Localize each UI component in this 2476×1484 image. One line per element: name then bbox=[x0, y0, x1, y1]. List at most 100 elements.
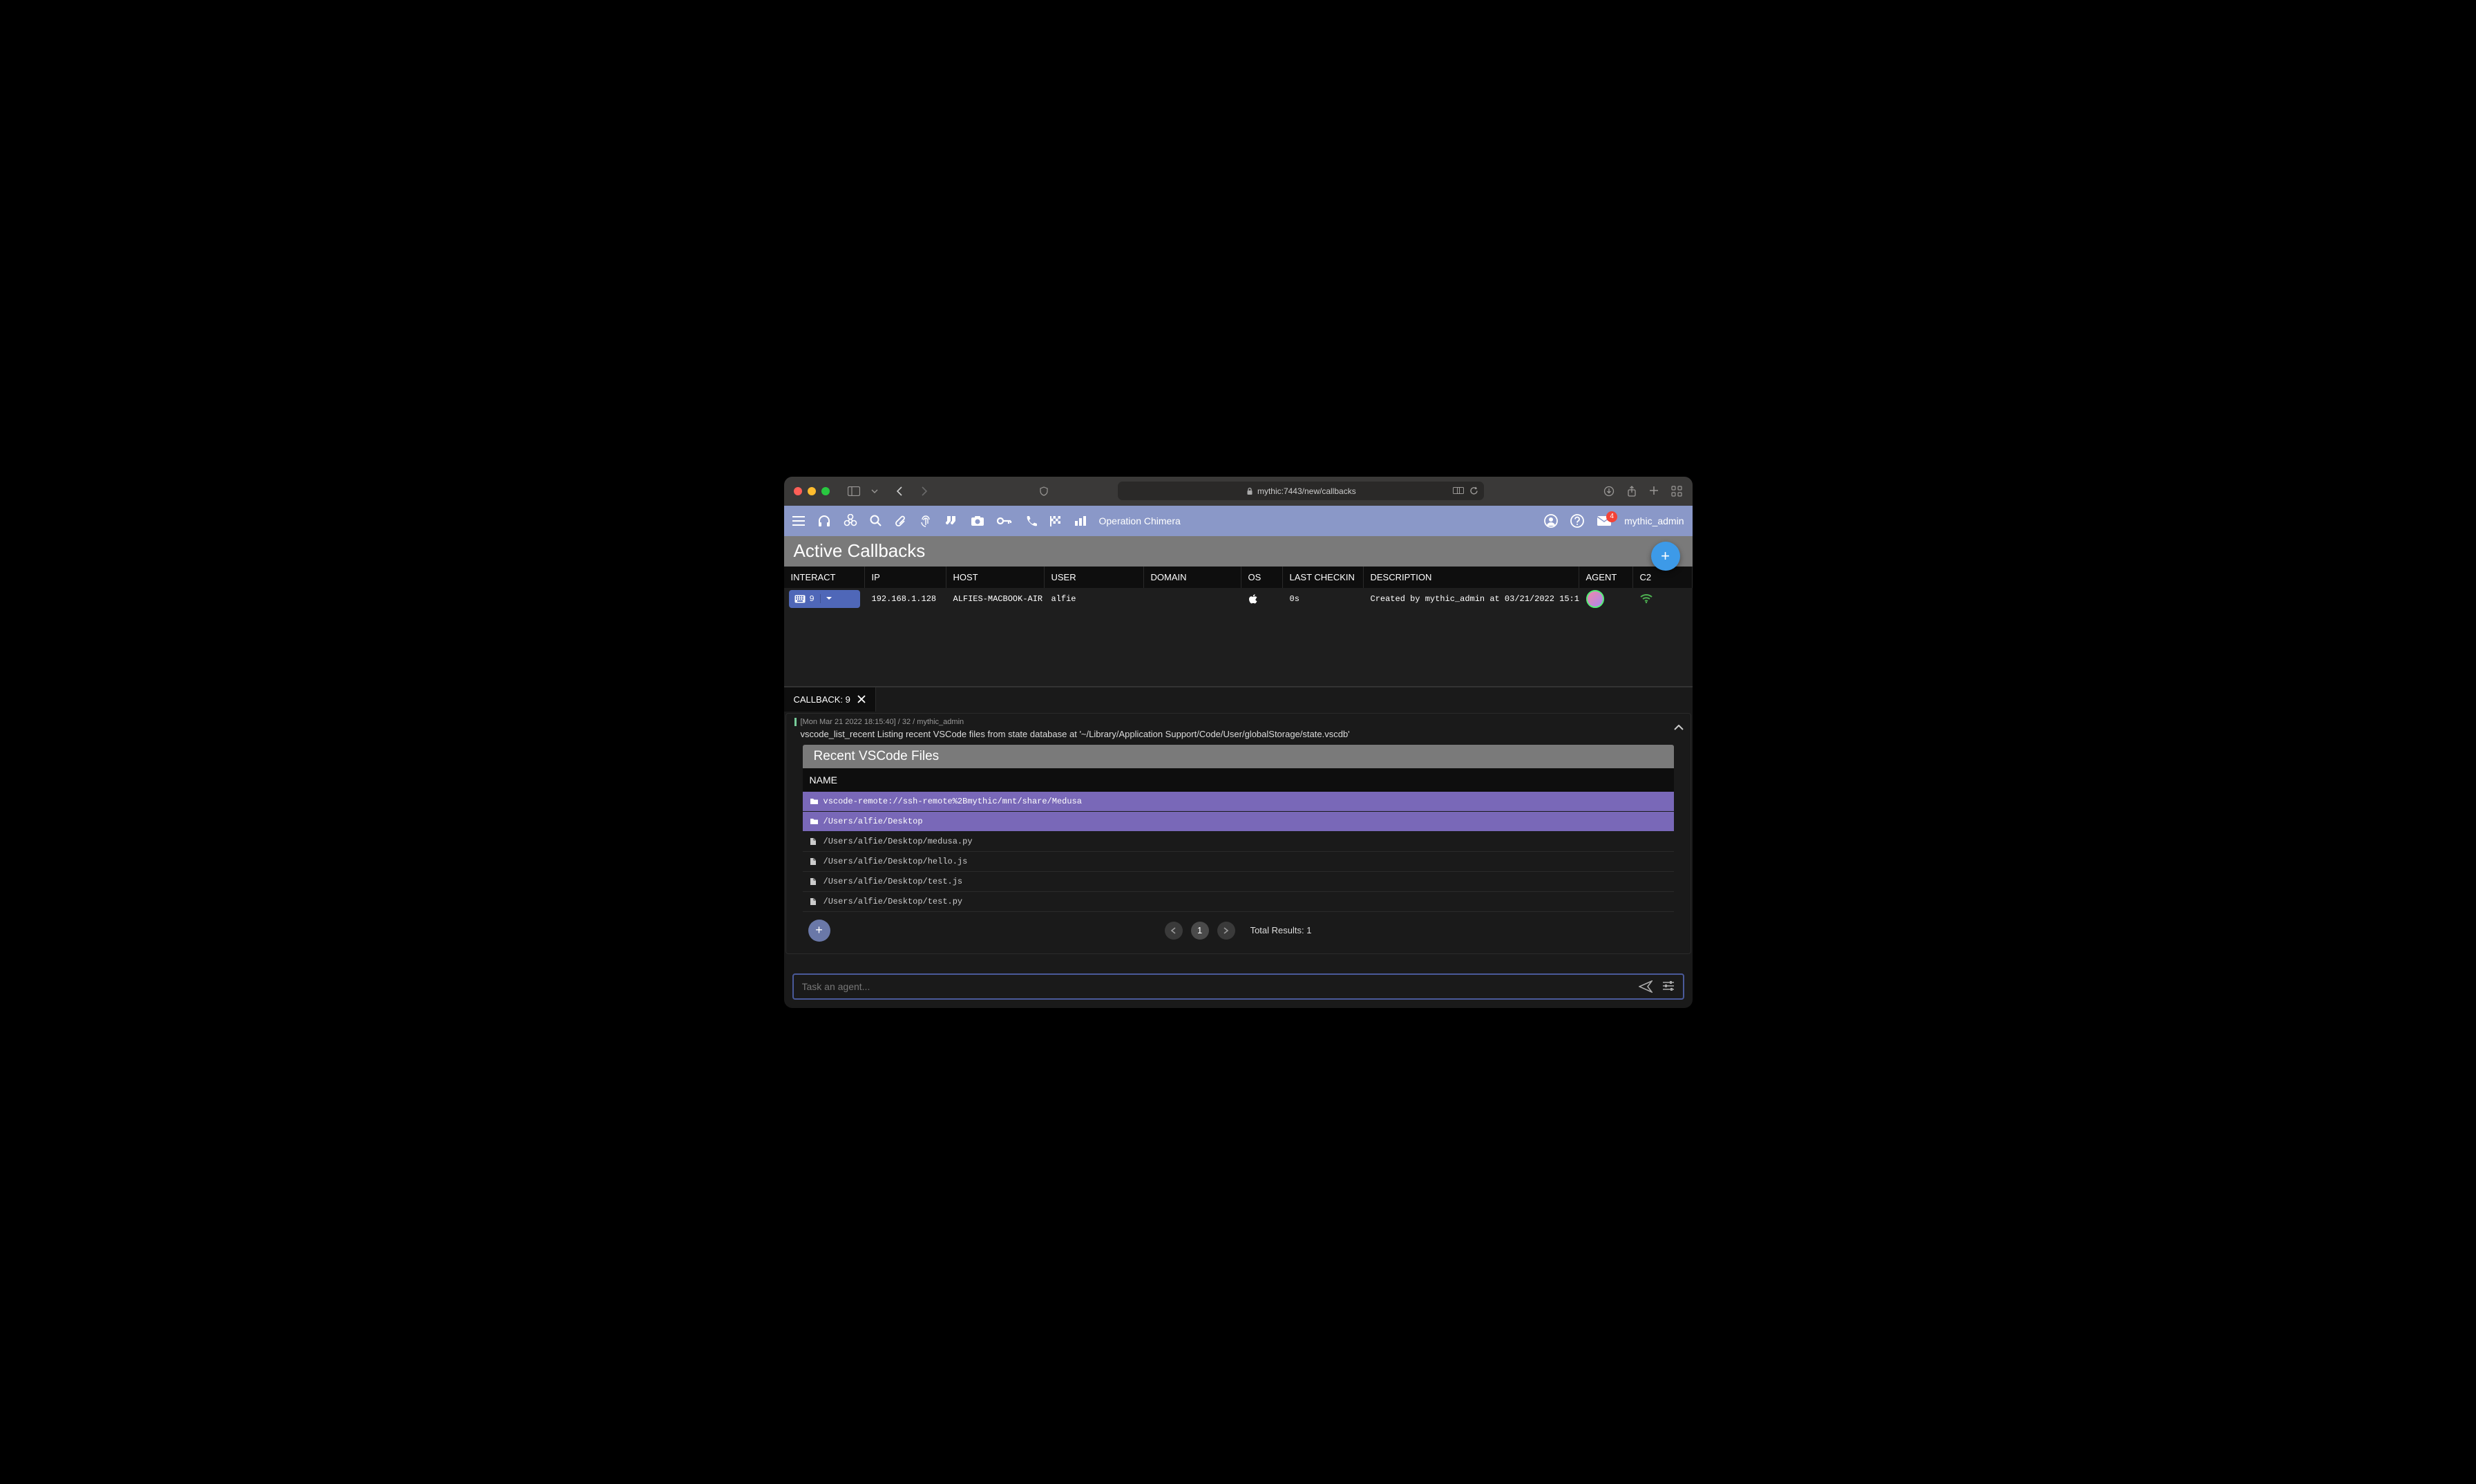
maximize-window-button[interactable] bbox=[821, 487, 830, 495]
page-next-button[interactable] bbox=[1217, 922, 1235, 940]
app-toolbar: Operation Chimera 4 mythic_admin bbox=[784, 506, 1693, 536]
file-row[interactable]: /Users/alfie/Desktop/test.js bbox=[803, 872, 1674, 892]
files-section-title: Recent VSCode Files bbox=[803, 745, 1674, 768]
cell-ip: 192.168.1.128 bbox=[865, 590, 946, 608]
file-path: /Users/alfie/Desktop/medusa.py bbox=[823, 837, 973, 846]
cell-host: ALFIES-MACBOOK-AIR.LO bbox=[946, 590, 1045, 608]
interact-id: 9 bbox=[810, 594, 815, 604]
dropdown-icon[interactable] bbox=[868, 486, 881, 496]
username-label[interactable]: mythic_admin bbox=[1624, 515, 1684, 526]
headphones-icon[interactable] bbox=[817, 515, 831, 527]
url-bar[interactable]: mythic:7443/new/callbacks bbox=[1118, 482, 1484, 500]
file-path: /Users/alfie/Desktop/test.js bbox=[823, 877, 963, 886]
close-icon[interactable] bbox=[857, 695, 866, 703]
reload-icon[interactable] bbox=[1469, 486, 1478, 495]
col-os[interactable]: OS bbox=[1241, 567, 1283, 588]
tab-callback[interactable]: CALLBACK: 9 bbox=[784, 687, 876, 712]
files-header[interactable]: NAME bbox=[803, 768, 1674, 792]
interact-button[interactable]: 9 bbox=[789, 590, 860, 608]
col-ip[interactable]: IP bbox=[865, 567, 946, 588]
col-user[interactable]: USER bbox=[1045, 567, 1144, 588]
apple-icon bbox=[1248, 593, 1258, 605]
operation-name[interactable]: Operation Chimera bbox=[1099, 515, 1181, 526]
file-icon bbox=[810, 857, 818, 866]
file-row[interactable]: vscode-remote://ssh-remote%2Bmythic/mnt/… bbox=[803, 792, 1674, 812]
tab-label: CALLBACK: 9 bbox=[794, 694, 850, 705]
phone-icon[interactable] bbox=[1025, 515, 1037, 527]
folder-icon bbox=[810, 817, 818, 825]
wifi-icon bbox=[1640, 594, 1653, 604]
file-icon bbox=[810, 877, 818, 886]
menu-icon[interactable] bbox=[792, 516, 805, 526]
chart-icon[interactable] bbox=[1074, 515, 1087, 526]
cell-c2 bbox=[1633, 590, 1693, 608]
mail-icon[interactable]: 4 bbox=[1597, 515, 1612, 526]
file-row[interactable]: /Users/alfie/Desktop/hello.js bbox=[803, 852, 1674, 872]
c19 bbox=[1579, 586, 1633, 612]
minimize-window-button[interactable] bbox=[808, 487, 816, 495]
task-output: [Mon Mar 21 2022 18:15:40] / 32 / mythic… bbox=[785, 713, 1691, 954]
col-agent[interactable]: AGENT bbox=[1579, 567, 1633, 588]
window-controls bbox=[794, 487, 830, 495]
task-input[interactable] bbox=[802, 981, 1639, 992]
new-tab-icon[interactable] bbox=[1649, 486, 1659, 497]
shield-icon[interactable] bbox=[1036, 484, 1051, 499]
col-host[interactable]: HOST bbox=[946, 567, 1045, 588]
translate-icon[interactable] bbox=[1453, 486, 1464, 495]
file-row[interactable]: /Users/alfie/Desktop/medusa.py bbox=[803, 832, 1674, 852]
socks-icon[interactable] bbox=[944, 515, 958, 527]
task-input-bar bbox=[792, 973, 1684, 1000]
browser-window: mythic:7443/new/callbacks bbox=[784, 477, 1693, 1008]
chevron-up-icon[interactable] bbox=[1674, 725, 1684, 730]
interact-dropdown[interactable] bbox=[820, 594, 837, 603]
keyboard-icon bbox=[794, 595, 806, 603]
cell-checkin: 0s bbox=[1283, 590, 1364, 608]
account-icon[interactable] bbox=[1544, 514, 1558, 528]
nav-forward-button[interactable] bbox=[918, 483, 931, 500]
task-command: vscode_list_recent Listing recent VSCode… bbox=[794, 729, 1682, 739]
page-number[interactable]: 1 bbox=[1191, 922, 1209, 940]
fingerprint-icon[interactable] bbox=[920, 514, 932, 528]
col-interact[interactable]: INTERACT bbox=[784, 567, 865, 588]
mail-badge-count: 4 bbox=[1606, 511, 1617, 522]
file-path: /Users/alfie/Desktop bbox=[823, 817, 923, 826]
camera-icon[interactable] bbox=[971, 515, 984, 526]
cell-domain bbox=[1144, 595, 1241, 603]
files-table: NAME vscode-remote://ssh-remote%2Bmythic… bbox=[803, 768, 1674, 912]
callbacks-table: INTERACT IP HOST USER DOMAIN OS LAST CHE… bbox=[784, 567, 1693, 686]
tune-icon[interactable] bbox=[1662, 980, 1675, 993]
url-text: mythic:7443/new/callbacks bbox=[1257, 486, 1356, 496]
file-path: /Users/alfie/Desktop/hello.js bbox=[823, 857, 968, 866]
folder-icon bbox=[810, 797, 818, 805]
cell-desc: Created by mythic_admin at 03/21/2022 15… bbox=[1364, 590, 1579, 608]
file-path: /Users/alfie/Desktop/test.py bbox=[823, 897, 963, 906]
share-icon[interactable] bbox=[1627, 486, 1637, 497]
file-row[interactable]: /Users/alfie/Desktop bbox=[803, 812, 1674, 832]
page-prev-button[interactable] bbox=[1165, 922, 1183, 940]
tab-bar: CALLBACK: 9 bbox=[784, 686, 1693, 712]
file-icon bbox=[810, 897, 818, 906]
page-title: Active Callbacks bbox=[794, 540, 926, 562]
col-domain[interactable]: DOMAIN bbox=[1144, 567, 1241, 588]
tabs-overview-icon[interactable] bbox=[1671, 486, 1682, 497]
table-row[interactable]: 9 192.168.1.128 ALFIES-MACBOOK-AIR.LO al… bbox=[784, 588, 1693, 610]
file-row[interactable]: /Users/alfie/Desktop/test.py bbox=[803, 892, 1674, 912]
key-icon[interactable] bbox=[997, 517, 1012, 525]
col-checkin[interactable]: LAST CHECKIN bbox=[1283, 567, 1364, 588]
add-callback-button[interactable]: + bbox=[1651, 542, 1680, 571]
send-icon[interactable] bbox=[1639, 980, 1653, 993]
file-icon bbox=[810, 837, 818, 846]
nav-back-button[interactable] bbox=[893, 483, 906, 500]
search-icon[interactable] bbox=[870, 515, 882, 527]
close-window-button[interactable] bbox=[794, 487, 802, 495]
agent-avatar bbox=[1586, 590, 1604, 608]
downloads-icon[interactable] bbox=[1603, 486, 1615, 497]
flag-icon[interactable] bbox=[1049, 515, 1062, 527]
col-desc[interactable]: DESCRIPTION bbox=[1364, 567, 1579, 588]
biohazard-icon[interactable] bbox=[844, 514, 857, 528]
sidebar-toggle-icon[interactable] bbox=[845, 484, 863, 499]
add-task-button[interactable]: + bbox=[808, 920, 830, 942]
attachment-icon[interactable] bbox=[895, 515, 907, 527]
lock-icon bbox=[1246, 487, 1253, 495]
help-icon[interactable] bbox=[1570, 514, 1584, 528]
